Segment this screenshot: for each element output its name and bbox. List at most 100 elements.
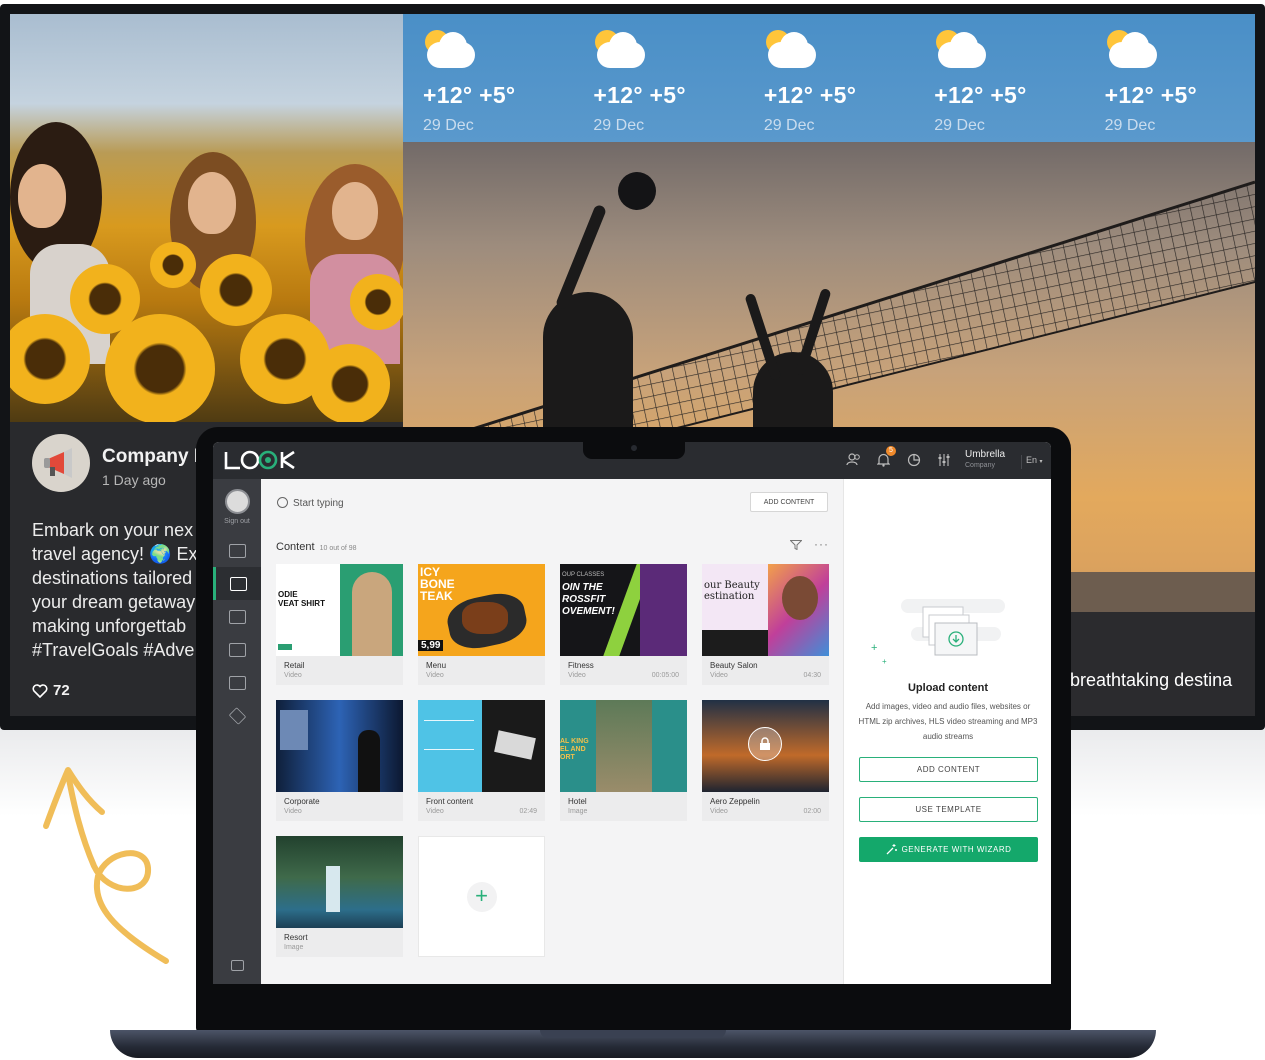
card-duration: 02:49 [519, 808, 537, 815]
face-shape [18, 164, 66, 228]
content-card-menu[interactable]: ICY BONE TEAK 5,99 Menu Video [418, 564, 545, 685]
content-card-front-content[interactable]: Front content Video 02:49 [418, 700, 545, 821]
sunflower [200, 254, 272, 326]
sidebar-item-scan[interactable] [213, 666, 261, 699]
app-sidebar: Sign out [213, 479, 261, 984]
content-card-resort[interactable]: Resort Image [276, 836, 403, 957]
add-new-card[interactable]: + [418, 836, 545, 957]
card-type: Video [568, 672, 586, 679]
plus-decoration-icon: + [882, 657, 887, 666]
thumb-text: our Beauty estination [704, 580, 760, 602]
weather-temp: +12° +5° [934, 82, 1027, 108]
heart-icon [32, 683, 48, 698]
card-thumbnail: ODIE VEAT SHIRT [276, 564, 403, 656]
search-icon [277, 497, 288, 508]
card-thumbnail [276, 700, 403, 792]
image-icon [230, 576, 247, 591]
add-content-panel-button[interactable]: ADD CONTENT [859, 757, 1038, 782]
language-label: En [1026, 455, 1038, 465]
face-shape [782, 576, 818, 620]
use-template-button[interactable]: USE TEMPLATE [859, 797, 1038, 822]
card-thumbnail: OUP CLASSES OIN THE ROSSFIT OVEMENT! [560, 564, 687, 656]
language-select[interactable]: En ▾ [1021, 455, 1043, 469]
content-card-corporate[interactable]: Corporate Video [276, 700, 403, 821]
weather-date: 29 Dec [1104, 117, 1156, 134]
laptop-groove [540, 1030, 726, 1038]
face-shape [332, 182, 378, 240]
pie-chart-icon[interactable] [905, 451, 922, 468]
card-thumbnail: AL KING EL AND ORT [560, 700, 687, 792]
doodle-arrow [43, 767, 169, 964]
card-title: Beauty Salon [710, 661, 758, 670]
waterfall-shape [326, 866, 340, 912]
weather-bar: +12° +5° 29 Dec +12° +5° 29 Dec +12° +5°… [403, 14, 1255, 142]
account-menu[interactable]: Umbrella Company [965, 450, 1005, 470]
filter-icon[interactable] [790, 540, 802, 550]
sidebar-item-chat[interactable] [213, 949, 261, 982]
sidebar-item-playlists[interactable] [213, 600, 261, 633]
athlete-photo [640, 564, 687, 656]
sliders-icon[interactable] [935, 451, 952, 468]
app-logo[interactable] [224, 450, 298, 475]
content-title: Content [276, 541, 315, 553]
camera-dot [631, 445, 637, 451]
partly-cloudy-icon [934, 30, 990, 70]
face-shape [188, 172, 236, 234]
model-shape [352, 572, 392, 656]
sunflower [310, 344, 390, 422]
wizard-label: GENERATE WITH WIZARD [901, 845, 1012, 854]
bell-icon[interactable]: 5 [875, 446, 896, 468]
weather-day: +12° +5° 29 Dec [1085, 14, 1255, 142]
card-type: Video [426, 808, 444, 815]
company-avatar [32, 434, 90, 492]
sunflower [105, 314, 215, 422]
content-card-hotel[interactable]: AL KING EL AND ORT Hotel Image [560, 700, 687, 821]
megaphone-icon [44, 448, 72, 478]
users-icon[interactable] [845, 451, 862, 468]
user-avatar[interactable] [225, 489, 250, 514]
upload-title: Upload content [907, 682, 989, 694]
scan-icon [228, 675, 246, 690]
content-card-fitness[interactable]: OUP CLASSES OIN THE ROSSFIT OVEMENT! Fitne… [560, 564, 687, 685]
add-content-button[interactable]: ADD CONTENT [750, 492, 828, 512]
sidebar-item-content[interactable] [213, 567, 261, 600]
card-title: Resort [284, 933, 308, 942]
card-thumbnail [276, 836, 403, 928]
card-duration: 04:30 [803, 672, 821, 679]
upload-illustration-icon: + [901, 599, 1005, 656]
inset-photo [280, 710, 308, 750]
plus-decoration-icon: + [871, 642, 878, 654]
weather-temp: +12° +5° [763, 82, 857, 108]
card-duration: 00:05:00 [651, 672, 679, 679]
quote-lines [424, 720, 474, 750]
post-time: 1 Day ago [102, 472, 166, 488]
generate-with-wizard-button[interactable]: GENERATE WITH WIZARD [859, 837, 1038, 862]
sidebar-item-displays[interactable] [213, 534, 261, 567]
search-input[interactable] [293, 494, 593, 512]
card-type: Video [284, 672, 302, 679]
upload-description: Add images, video and audio files, websi… [858, 702, 1038, 741]
card-thumbnail [702, 700, 829, 792]
layers-icon [228, 706, 246, 725]
app-window: 5 Umbrella Company En ▾ Sign out Start t… [213, 442, 1051, 984]
sidebar-item-schedule[interactable] [213, 633, 261, 666]
content-card-aero-zeppelin[interactable]: Aero Zeppelin Video 02:00 [702, 700, 829, 821]
thumb-subtext: OUP CLASSES [562, 572, 605, 578]
content-card-retail[interactable]: ODIE VEAT SHIRT Retail Video [276, 564, 403, 685]
more-options-icon[interactable]: ··· [814, 537, 829, 551]
price-label: 5,99 [418, 640, 444, 651]
card-title: Aero Zeppelin [710, 797, 760, 806]
content-heading: Content 10 out of 98 [276, 541, 357, 553]
account-subtitle: Company [965, 462, 995, 469]
thumb-text: AL KING EL AND ORT [560, 738, 589, 761]
sidebar-item-layers[interactable] [213, 699, 261, 732]
content-card-beauty-salon[interactable]: our Beauty estination Beauty Salon Video … [702, 564, 829, 685]
upload-panel: + + + Upload content Add images, video a… [843, 479, 1051, 984]
weather-temp: +12° +5° [423, 82, 516, 108]
sign-out-link[interactable]: Sign out [213, 518, 261, 525]
dark-band [702, 630, 768, 656]
card-thumbnail [418, 700, 545, 792]
speaker-silhouette [358, 730, 380, 792]
price-tag [278, 644, 292, 650]
aerial-photo [596, 700, 652, 792]
